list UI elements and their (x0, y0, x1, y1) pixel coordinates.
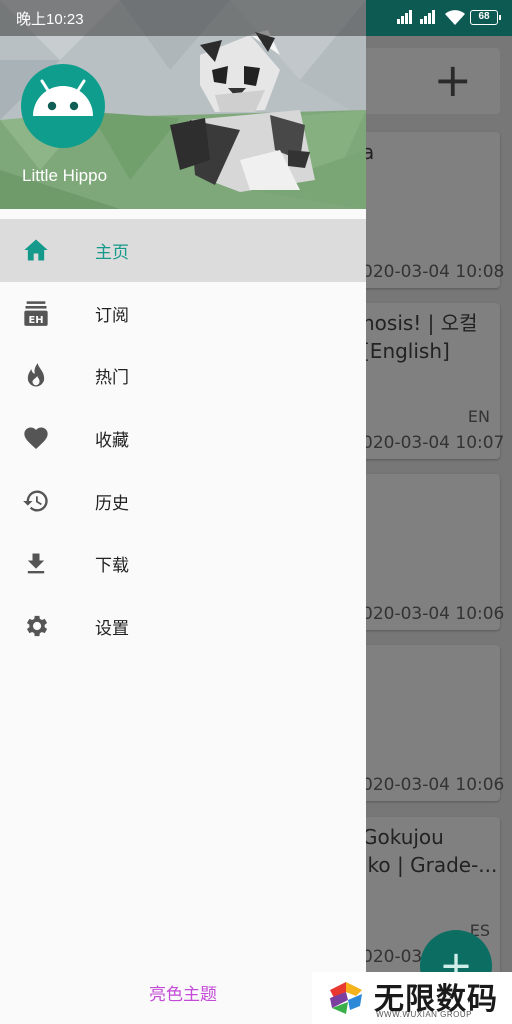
navigation-drawer: Little Hippo 主页 EH 订阅 热门 收藏 历史 下载 设置 亮色主… (0, 0, 366, 1024)
battery-icon: 68 (470, 10, 501, 25)
card-date: 020-03-04 10:06 (362, 604, 505, 624)
nav-item-label: 设置 (95, 618, 129, 639)
fire-icon (27, 362, 45, 387)
signal-icon (420, 10, 435, 24)
header-divider (0, 209, 366, 219)
card-language: EN (467, 407, 490, 426)
card-date: 020-03-04 10:07 (362, 433, 505, 453)
card-date: 020-03-04 10:08 (362, 262, 505, 282)
card-title: Gokujou iko | Grade-... (362, 825, 498, 877)
drawer-nav-list: 主页 EH 订阅 热门 收藏 历史 下载 设置 (0, 219, 366, 658)
history-icon (23, 490, 48, 512)
nav-item-history[interactable]: 历史 (0, 470, 366, 533)
nav-item-label: 收藏 (95, 430, 129, 451)
watermark-logo: 无限数码 WWW.WUXIAN GROUP (312, 972, 512, 1024)
nav-item-label: 主页 (95, 242, 129, 263)
nav-item-label: 历史 (95, 493, 129, 514)
status-time: 晚上10:23 (16, 11, 84, 28)
nav-item-downloads[interactable]: 下载 (0, 532, 366, 595)
nav-item-popular[interactable]: 热门 (0, 344, 366, 407)
status-bar: 晚上10:23 68 (0, 0, 512, 36)
heart-icon (24, 427, 48, 450)
download-icon (27, 553, 45, 574)
nav-item-label: 热门 (95, 368, 129, 389)
nav-item-label: 订阅 (95, 305, 129, 326)
nav-item-favorites[interactable]: 收藏 (0, 407, 366, 470)
add-icon[interactable]: + (433, 56, 472, 104)
home-icon (24, 239, 48, 261)
nav-item-subscribe[interactable]: EH 订阅 (0, 282, 366, 345)
card-date: 020-03-04 10:06 (362, 775, 505, 795)
signal-icon (397, 10, 412, 24)
card-title: nosis! | 오컬 [English] (362, 311, 478, 363)
card-date: 020-03- (362, 947, 429, 967)
username: Little Hippo (22, 166, 108, 185)
watermark-subtitle: WWW.WUXIAN GROUP (376, 1010, 472, 1019)
nav-item-home[interactable]: 主页 (0, 219, 366, 282)
svg-text:EH: EH (28, 315, 43, 326)
avatar[interactable] (21, 64, 105, 148)
wifi-icon (445, 10, 465, 25)
gear-icon (27, 616, 48, 637)
nav-item-settings[interactable]: 设置 (0, 595, 366, 658)
wuxian-logo-icon (330, 982, 362, 1014)
nav-item-label: 下载 (95, 556, 129, 577)
eh-subscribe-icon: EH (24, 301, 48, 326)
android-robot-icon (33, 79, 93, 116)
